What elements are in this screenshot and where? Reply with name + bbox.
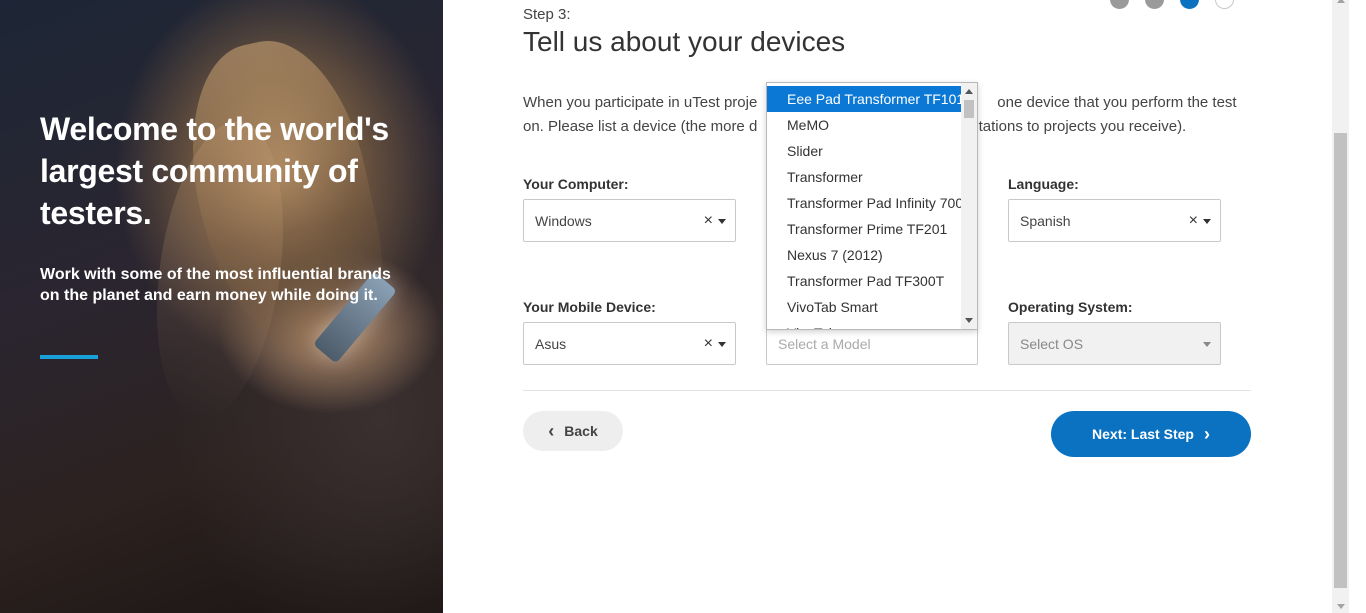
- chevron-down-icon[interactable]: [718, 219, 726, 224]
- intro-text-part: one device that you perform the test: [997, 94, 1237, 111]
- page-scrollbar-thumb[interactable]: [1334, 133, 1347, 588]
- model-option[interactable]: VivoTab: [767, 320, 961, 329]
- computer-select-value: Windows: [535, 212, 592, 229]
- scroll-up-arrow-icon[interactable]: [1337, 0, 1345, 3]
- computer-label: Your Computer:: [523, 176, 629, 192]
- model-option[interactable]: Transformer Pad TF300T: [767, 268, 961, 294]
- model-option[interactable]: Nexus 7 (2012): [767, 242, 961, 268]
- model-option[interactable]: Transformer: [767, 164, 961, 190]
- model-option[interactable]: VivoTab Smart: [767, 294, 961, 320]
- mobile-device-select-value: Asus: [535, 335, 567, 352]
- page-scrollbar[interactable]: [1332, 0, 1349, 613]
- model-search-input[interactable]: [778, 335, 958, 352]
- back-button[interactable]: ‹ Back: [523, 411, 623, 451]
- clear-icon[interactable]: ×: [704, 335, 713, 353]
- hero-title: Welcome to the world's largest community…: [40, 111, 389, 231]
- step-label: Step 3:: [523, 6, 571, 23]
- hero-accent-rule: [40, 355, 98, 359]
- mobile-device-label: Your Mobile Device:: [523, 299, 656, 315]
- model-option[interactable]: Slider: [767, 138, 961, 164]
- next-button-label: Next: Last Step: [1092, 426, 1194, 442]
- clear-icon[interactable]: ×: [704, 212, 713, 230]
- form-divider: [523, 390, 1251, 391]
- mobile-device-select[interactable]: Asus ×: [523, 322, 736, 365]
- language-label: Language:: [1008, 176, 1079, 192]
- language-select[interactable]: Spanish ×: [1008, 199, 1221, 242]
- hero-subtitle: Work with some of the most influential b…: [40, 266, 391, 304]
- step-dot-3-current: [1180, 0, 1199, 9]
- step-dot-1: [1110, 0, 1129, 9]
- model-option[interactable]: MeMO: [767, 112, 961, 138]
- page-title: Tell us about your devices: [523, 26, 846, 57]
- scroll-down-arrow-icon[interactable]: [965, 318, 973, 323]
- back-button-label: Back: [564, 423, 598, 439]
- scroll-up-arrow-icon[interactable]: [965, 89, 973, 94]
- scroll-down-arrow-icon[interactable]: [1337, 604, 1345, 609]
- intro-text-part: on. Please list a device (the more d: [523, 118, 758, 135]
- computer-select[interactable]: Windows ×: [523, 199, 736, 242]
- hero-panel: Welcome to the world's largest community…: [0, 0, 443, 613]
- chevron-down-icon[interactable]: [1203, 342, 1211, 347]
- model-dropdown-list[interactable]: Eee Pad Transformer TF101 MeMO Slider Trans…: [766, 82, 978, 330]
- os-select-placeholder: Select OS: [1020, 335, 1084, 352]
- os-select[interactable]: Select OS: [1008, 322, 1221, 365]
- step-progress: [1110, 0, 1234, 9]
- step-dot-2: [1145, 0, 1164, 9]
- model-option[interactable]: Transformer Prime TF201: [767, 216, 961, 242]
- chevron-left-icon: ‹: [548, 421, 555, 441]
- os-label: Operating System:: [1008, 299, 1133, 315]
- scrollbar-thumb[interactable]: [964, 100, 974, 118]
- step-dot-4: [1215, 0, 1234, 9]
- intro-text-part: itations to projects you receive).: [975, 118, 1187, 135]
- intro-text-part: When you participate in uTest proje: [523, 94, 758, 111]
- model-option[interactable]: Transformer Pad Infinity 700: [767, 190, 963, 216]
- model-option[interactable]: Eee Pad Transformer TF101: [767, 86, 964, 112]
- chevron-right-icon: ›: [1203, 424, 1210, 444]
- clear-icon[interactable]: ×: [1189, 212, 1198, 230]
- language-select-value: Spanish: [1020, 212, 1071, 229]
- next-button[interactable]: Next: Last Step ›: [1051, 411, 1251, 457]
- chevron-down-icon[interactable]: [1203, 219, 1211, 224]
- chevron-down-icon[interactable]: [718, 342, 726, 347]
- dropdown-scrollbar[interactable]: [961, 83, 977, 329]
